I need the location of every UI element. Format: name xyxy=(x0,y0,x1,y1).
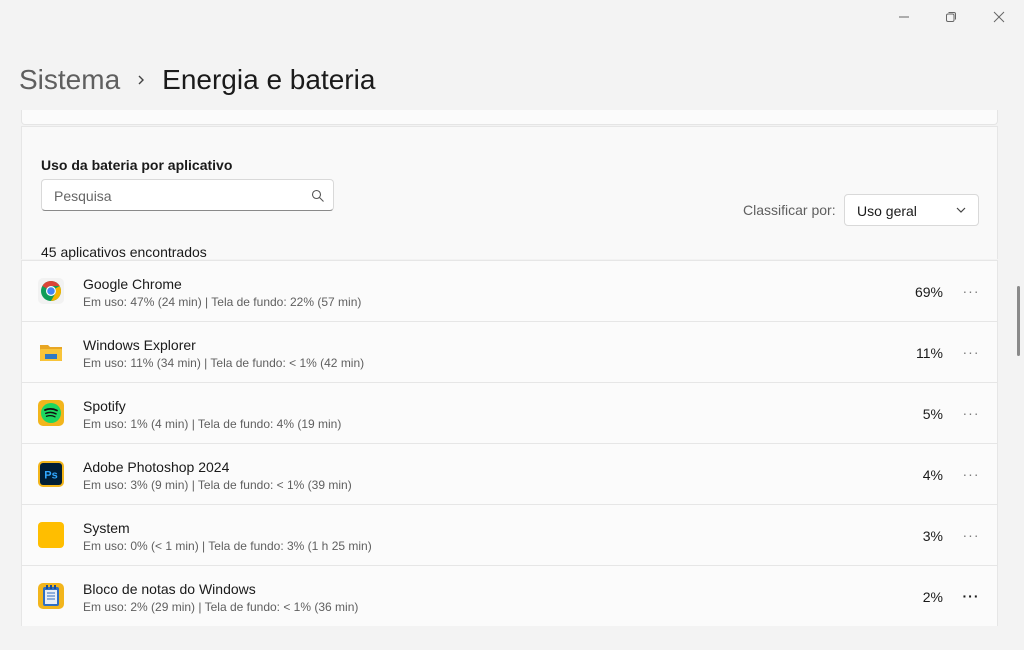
spotify-icon xyxy=(38,400,64,426)
more-options-button[interactable]: ··· xyxy=(961,464,981,484)
scrollbar-thumb[interactable] xyxy=(1017,286,1020,356)
chevron-right-icon xyxy=(136,74,146,86)
system-icon xyxy=(38,522,64,548)
breadcrumb: Sistema Energia e bateria xyxy=(19,58,375,102)
app-usage-percent: 5% xyxy=(922,406,943,422)
section-title: Uso da bateria por aplicativo xyxy=(41,157,233,173)
photoshop-icon: Ps xyxy=(38,461,64,487)
more-options-button[interactable]: ··· xyxy=(961,281,981,301)
minimize-icon xyxy=(899,16,909,18)
app-usage-detail: Em uso: 47% (24 min) | Tela de fundo: 22… xyxy=(83,295,362,309)
chrome-icon xyxy=(38,278,64,304)
minimize-button[interactable] xyxy=(881,0,927,34)
more-options-button[interactable]: ··· xyxy=(961,342,981,362)
list-item[interactable]: Bloco de notas do Windows Em uso: 2% (29… xyxy=(21,565,998,626)
app-usage-detail: Em uso: 3% (9 min) | Tela de fundo: < 1%… xyxy=(83,478,352,492)
list-item[interactable]: System Em uso: 0% (< 1 min) | Tela de fu… xyxy=(21,504,998,565)
chevron-down-icon xyxy=(956,207,966,213)
title-bar xyxy=(0,0,1024,34)
more-options-button[interactable]: ··· xyxy=(961,525,981,545)
app-usage-detail: Em uso: 1% (4 min) | Tela de fundo: 4% (… xyxy=(83,417,342,431)
app-usage-percent: 69% xyxy=(914,284,943,300)
app-name: Windows Explorer xyxy=(83,337,196,353)
app-name: Bloco de notas do Windows xyxy=(83,581,256,597)
list-item[interactable]: Windows Explorer Em uso: 11% (34 min) | … xyxy=(21,321,998,382)
apps-found-count: 45 aplicativos encontrados xyxy=(41,244,207,260)
breadcrumb-parent-link[interactable]: Sistema xyxy=(19,64,120,96)
app-name: System xyxy=(83,520,130,536)
search-box[interactable] xyxy=(41,179,334,212)
app-usage-percent: 4% xyxy=(922,467,943,483)
page-title: Energia e bateria xyxy=(162,64,376,95)
app-name: Google Chrome xyxy=(83,276,182,292)
sort-value: Uso geral xyxy=(857,203,917,219)
usage-controls-card: Uso da bateria por aplicativo Classifica… xyxy=(21,126,998,260)
app-usage-detail: Em uso: 2% (29 min) | Tela de fundo: < 1… xyxy=(83,600,359,614)
battery-usage-panel: Uso da bateria por aplicativo Classifica… xyxy=(21,110,998,650)
close-icon xyxy=(993,11,1005,23)
app-usage-detail: Em uso: 0% (< 1 min) | Tela de fundo: 3%… xyxy=(83,539,372,553)
sort-dropdown[interactable]: Uso geral xyxy=(844,194,979,226)
sort-label: Classificar por: xyxy=(743,202,836,218)
app-usage-detail: Em uso: 11% (34 min) | Tela de fundo: < … xyxy=(83,356,365,370)
list-item[interactable]: Spotify Em uso: 1% (4 min) | Tela de fun… xyxy=(21,382,998,443)
svg-text:Ps: Ps xyxy=(44,470,57,482)
app-usage-percent: 11% xyxy=(916,345,943,361)
more-options-button[interactable]: ··· xyxy=(961,403,981,423)
app-name: Spotify xyxy=(83,398,126,414)
app-usage-percent: 3% xyxy=(922,528,943,544)
close-button[interactable] xyxy=(976,0,1022,34)
more-options-button[interactable]: ··· xyxy=(961,586,981,606)
app-name: Adobe Photoshop 2024 xyxy=(83,459,230,475)
app-list: Google Chrome Em uso: 47% (24 min) | Tel… xyxy=(21,260,998,626)
list-item[interactable]: Google Chrome Em uso: 47% (24 min) | Tel… xyxy=(21,260,998,321)
notepad-icon xyxy=(38,583,64,609)
restore-button[interactable] xyxy=(928,0,974,34)
app-usage-percent: 2% xyxy=(922,589,943,605)
folder-icon xyxy=(40,345,62,361)
restore-icon xyxy=(946,12,956,22)
search-icon[interactable] xyxy=(311,189,325,203)
list-item[interactable]: Ps Adobe Photoshop 2024 Em uso: 3% (9 mi… xyxy=(21,443,998,504)
previous-card-edge xyxy=(21,110,998,125)
search-input[interactable] xyxy=(52,180,301,212)
